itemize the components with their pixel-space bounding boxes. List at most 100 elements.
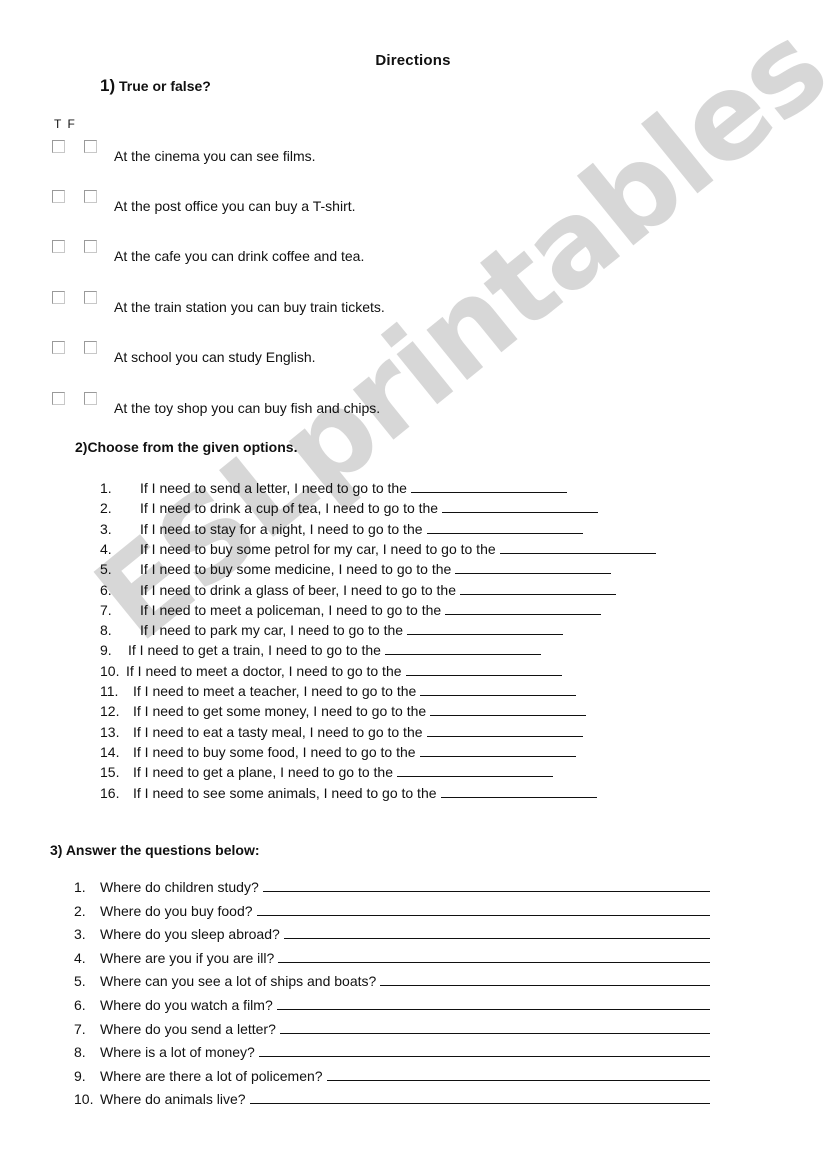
item-number: 10. xyxy=(100,662,120,679)
answer-blank[interactable] xyxy=(430,703,587,717)
question-text: Where do animals live? xyxy=(100,1091,710,1107)
statement-text: At school you can study English. xyxy=(114,349,316,365)
question-prompt: Where do children study? xyxy=(100,879,259,895)
answer-line[interactable] xyxy=(380,973,710,987)
true-checkbox[interactable] xyxy=(52,190,65,203)
item-text: If I need to meet a teacher, I need to g… xyxy=(133,683,577,699)
answer-blank[interactable] xyxy=(445,602,602,615)
false-checkbox[interactable] xyxy=(84,190,97,203)
item-number: 8. xyxy=(100,622,112,639)
answer-line[interactable] xyxy=(283,926,710,940)
question-number: 9. xyxy=(74,1067,86,1084)
item-number: 6. xyxy=(100,581,112,598)
answer-blank[interactable] xyxy=(442,500,599,514)
item-number: 16. xyxy=(100,784,120,801)
item-number: 5. xyxy=(100,561,112,578)
question-number: 3. xyxy=(74,926,86,943)
true-false-item: At the post office you can buy a T-shirt… xyxy=(50,190,550,214)
answer-blank[interactable] xyxy=(420,683,577,696)
item-number: 13. xyxy=(100,723,120,740)
answer-blank[interactable] xyxy=(426,521,583,534)
question-number: 1. xyxy=(74,879,86,895)
question-prompt: Where are you if you are ill? xyxy=(100,949,275,966)
answer-blank[interactable] xyxy=(384,642,541,656)
statement-text: At the toy shop you can buy fish and chi… xyxy=(114,400,381,416)
prompt-text: If I need to meet a doctor, I need to go… xyxy=(126,662,402,679)
answer-line[interactable] xyxy=(326,1068,710,1081)
true-false-column-labels: T F xyxy=(54,117,75,131)
prompt-text: If I need to drink a cup of tea, I need … xyxy=(140,500,439,517)
answer-line[interactable] xyxy=(262,879,710,892)
false-checkbox[interactable] xyxy=(84,392,97,405)
false-checkbox[interactable] xyxy=(84,240,97,253)
true-checkbox[interactable] xyxy=(52,392,65,405)
item-text: If I need to get some money, I need to g… xyxy=(133,703,587,720)
answer-line[interactable] xyxy=(249,1091,710,1105)
item-number: 1. xyxy=(100,480,112,496)
item-text: If I need to get a plane, I need to go t… xyxy=(133,764,553,780)
answer-blank[interactable] xyxy=(499,541,656,554)
statement-text: At the post office you can buy a T-shirt… xyxy=(114,198,356,214)
false-checkbox[interactable] xyxy=(84,140,97,153)
item-text: If I need to buy some petrol for my car,… xyxy=(140,541,656,557)
answer-line[interactable] xyxy=(276,997,710,1010)
item-number: 3. xyxy=(100,520,112,537)
question-prompt: Where do you watch a film? xyxy=(100,997,273,1013)
question-text: Where do you sleep abroad? xyxy=(100,926,710,942)
answer-line[interactable] xyxy=(279,1021,710,1034)
question-text: Where is a lot of money? xyxy=(100,1044,710,1060)
answer-line[interactable] xyxy=(258,1044,710,1058)
answer-blank[interactable] xyxy=(460,582,616,595)
answer-blank[interactable] xyxy=(407,622,564,636)
question-number: 8. xyxy=(74,1044,86,1061)
statement-text: At the train station you can buy train t… xyxy=(114,299,385,315)
false-checkbox[interactable] xyxy=(84,341,97,354)
prompt-text: If I need to get some money, I need to g… xyxy=(133,703,427,720)
section3-heading: 3) Answer the questions below: xyxy=(50,842,260,858)
answer-blank[interactable] xyxy=(419,744,576,757)
prompt-text: If I need to buy some medicine, I need t… xyxy=(140,561,452,578)
true-checkbox[interactable] xyxy=(52,291,65,304)
prompt-text: If I need to get a train, I need to go t… xyxy=(128,642,381,659)
answer-blank[interactable] xyxy=(440,785,597,798)
statement-text: At the cafe you can drink coffee and tea… xyxy=(114,248,365,264)
answer-line[interactable] xyxy=(256,903,710,916)
item-text: If I need to eat a tasty meal, I need to… xyxy=(133,724,583,740)
question-number: 7. xyxy=(74,1020,86,1037)
answer-blank[interactable] xyxy=(410,480,567,493)
question-number: 5. xyxy=(74,973,86,990)
question-prompt: Where is a lot of money? xyxy=(100,1044,255,1061)
answer-blank[interactable] xyxy=(396,764,553,778)
item-number: 2. xyxy=(100,500,112,517)
question-text: Where do you watch a film? xyxy=(100,997,710,1013)
item-number: 7. xyxy=(100,601,112,618)
prompt-text: If I need to send a letter, I need to go… xyxy=(140,480,407,496)
answer-blank[interactable] xyxy=(455,561,612,575)
section1-heading-text: True or false? xyxy=(119,78,211,94)
statement-text: At the cinema you can see films. xyxy=(114,148,316,164)
prompt-text: If I need to drink a glass of beer, I ne… xyxy=(140,581,456,598)
question-text: Where do you buy food? xyxy=(100,903,710,919)
true-false-item: At the cinema you can see films. xyxy=(50,140,550,164)
true-checkbox[interactable] xyxy=(52,140,65,153)
prompt-text: If I need to meet a teacher, I need to g… xyxy=(133,683,417,699)
true-checkbox[interactable] xyxy=(52,341,65,354)
item-text: If I need to buy some medicine, I need t… xyxy=(140,561,612,578)
item-text: If I need to send a letter, I need to go… xyxy=(140,480,567,496)
item-number: 9. xyxy=(100,642,112,659)
question-number: 4. xyxy=(74,949,86,966)
question-prompt: Where do you send a letter? xyxy=(100,1020,276,1037)
true-false-item: At the toy shop you can buy fish and chi… xyxy=(50,392,550,416)
answer-line[interactable] xyxy=(278,950,710,963)
true-false-item: At the train station you can buy train t… xyxy=(50,291,550,315)
answer-blank[interactable] xyxy=(405,663,562,676)
answer-blank[interactable] xyxy=(426,724,583,737)
prompt-text: If I need to meet a policeman, I need to… xyxy=(140,601,442,618)
true-false-item: At the cafe you can drink coffee and tea… xyxy=(50,240,550,264)
false-checkbox[interactable] xyxy=(84,291,97,304)
true-checkbox[interactable] xyxy=(52,240,65,253)
page-title: Directions xyxy=(375,52,451,69)
item-number: 11. xyxy=(100,683,119,699)
item-number: 15. xyxy=(100,764,120,781)
item-text: If I need to drink a glass of beer, I ne… xyxy=(140,582,616,598)
